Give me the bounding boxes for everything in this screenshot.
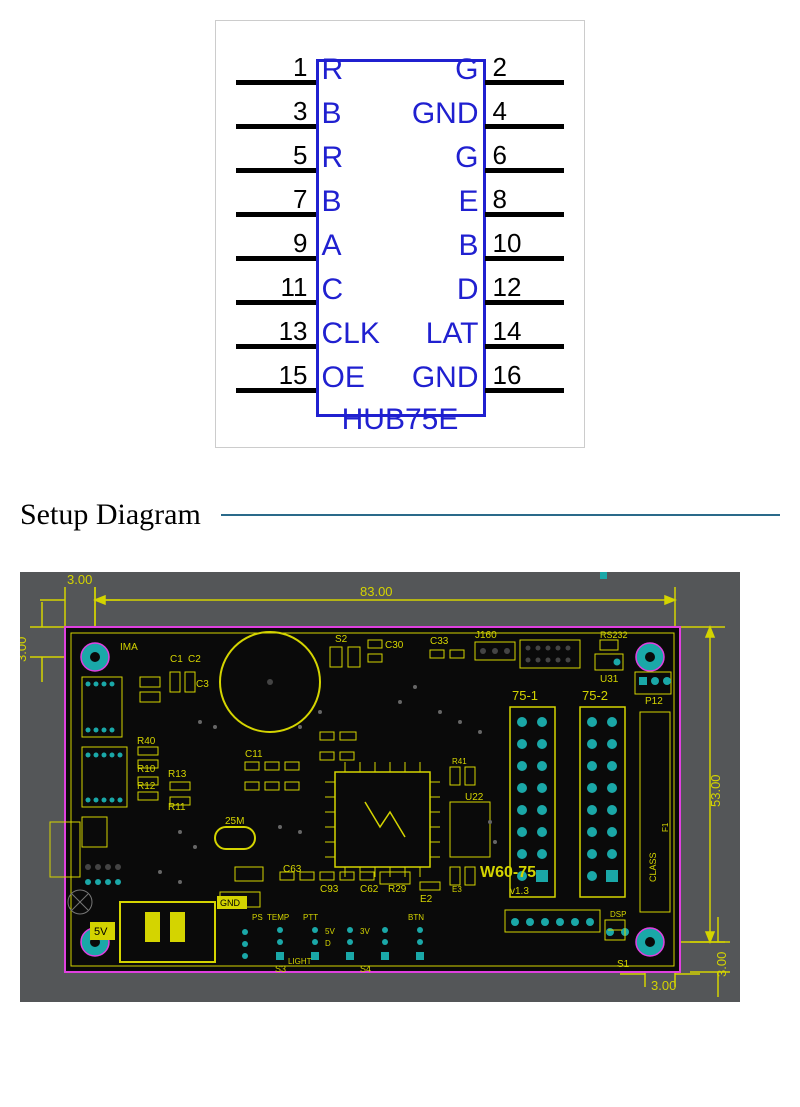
- divider-line: [221, 514, 780, 516]
- label-r41: R41: [452, 757, 467, 766]
- pin-1: 1: [236, 54, 316, 85]
- dim-margin-bottom: 3.00: [714, 952, 729, 977]
- pin-number: 2: [485, 54, 565, 80]
- pin-number: 15: [236, 362, 316, 388]
- label-r40: R40: [137, 736, 156, 747]
- pin-number: 7: [236, 186, 316, 212]
- label-c1: C1: [170, 654, 183, 665]
- pin-number: 6: [485, 142, 565, 168]
- pin-number: 14: [485, 318, 565, 344]
- pin-9: 9: [236, 230, 316, 261]
- label-ptt: PTT: [303, 913, 318, 922]
- label-p12: P12: [645, 696, 663, 707]
- label-btn: BTN: [408, 913, 424, 922]
- label-s3: S3: [275, 964, 286, 974]
- label-75-1: 75-1: [512, 688, 538, 703]
- pin-2: 2: [485, 54, 565, 85]
- pin-3: 3: [236, 98, 316, 129]
- label-c11: C11: [245, 749, 263, 760]
- label-f1: F1: [661, 822, 670, 832]
- label-u22: U22: [465, 792, 484, 803]
- pin-7: 7: [236, 186, 316, 217]
- label-s4: S4: [360, 964, 371, 974]
- pin-16: 16: [485, 362, 565, 393]
- label-3v: 3V: [360, 927, 370, 936]
- label-ima: IMA: [120, 642, 138, 653]
- label-dsp: DSP: [610, 910, 626, 919]
- dim-margin-left: 3.00: [67, 572, 92, 587]
- label-class: CLASS: [648, 852, 658, 882]
- pin-5: 5: [236, 142, 316, 173]
- pin-number: 10: [485, 230, 565, 256]
- pin-number: 3: [236, 98, 316, 124]
- label-r29: R29: [388, 884, 407, 895]
- pin-number: 16: [485, 362, 565, 388]
- pin-4: 4: [485, 98, 565, 129]
- pin-13: 13: [236, 318, 316, 349]
- dim-width: 83.00: [360, 584, 393, 599]
- label-5v2: 5V: [325, 927, 335, 936]
- label-c93: C93: [320, 884, 339, 895]
- label-r12: R12: [137, 781, 156, 792]
- pin-number: 11: [236, 274, 316, 300]
- label-75-2: 75-2: [582, 688, 608, 703]
- pcb-layout-diagram: 83.00 3.00 3.00 53.00 3.00 3.00: [20, 572, 740, 1002]
- label-j160: J160: [475, 630, 497, 641]
- pin-number: 1: [236, 54, 316, 80]
- label-s2: S2: [335, 634, 348, 645]
- label-c63: C63: [283, 864, 302, 875]
- label-u31: U31: [600, 674, 619, 685]
- label-c33: C33: [430, 636, 449, 647]
- dim-margin-top: 3.00: [20, 637, 29, 662]
- dim-margin-right: 3.00: [651, 978, 676, 993]
- label-d: D: [325, 939, 331, 948]
- chip-outline: [316, 59, 486, 417]
- label-s1: S1: [617, 959, 630, 970]
- pin-11: 11: [236, 274, 316, 305]
- label-e2: E2: [420, 894, 433, 905]
- label-crystal: 25M: [225, 816, 244, 827]
- label-rs232: RS232: [600, 630, 628, 640]
- label-5v-box: 5V: [94, 926, 108, 938]
- section-header: Setup Diagram: [20, 498, 780, 532]
- label-r11: R11: [168, 802, 186, 813]
- pin-8: 8: [485, 186, 565, 217]
- pin-number: 9: [236, 230, 316, 256]
- label-c2: C2: [188, 654, 201, 665]
- label-temp: TEMP: [267, 913, 289, 922]
- label-r13: R13: [168, 769, 187, 780]
- pin-15: 15: [236, 362, 316, 393]
- dim-height: 53.00: [708, 774, 723, 807]
- label-c62: C62: [360, 884, 379, 895]
- pin-number: 5: [236, 142, 316, 168]
- pin-number: 8: [485, 186, 565, 212]
- pin-number: 12: [485, 274, 565, 300]
- label-e3: E3: [452, 885, 462, 894]
- pin-14: 14: [485, 318, 565, 349]
- pin-number: 13: [236, 318, 316, 344]
- pin-10: 10: [485, 230, 565, 261]
- label-gnd-box: GND: [220, 898, 241, 908]
- section-title: Setup Diagram: [20, 498, 221, 532]
- pin-6: 6: [485, 142, 565, 173]
- label-c3: C3: [196, 679, 209, 690]
- label-ps: PS: [252, 913, 263, 922]
- label-c30: C30: [385, 640, 404, 651]
- board-name: W60-75: [480, 864, 536, 881]
- pin-12: 12: [485, 274, 565, 305]
- pin-number: 4: [485, 98, 565, 124]
- hub75e-pinout-diagram: 1 R G 2 3 BGND 4 5 RG 6 7 BE 8 9 AB 10 1…: [215, 20, 585, 448]
- label-light: LIGHT: [288, 957, 312, 966]
- board-version: v1.3: [510, 886, 529, 897]
- label-r10: R10: [137, 764, 156, 775]
